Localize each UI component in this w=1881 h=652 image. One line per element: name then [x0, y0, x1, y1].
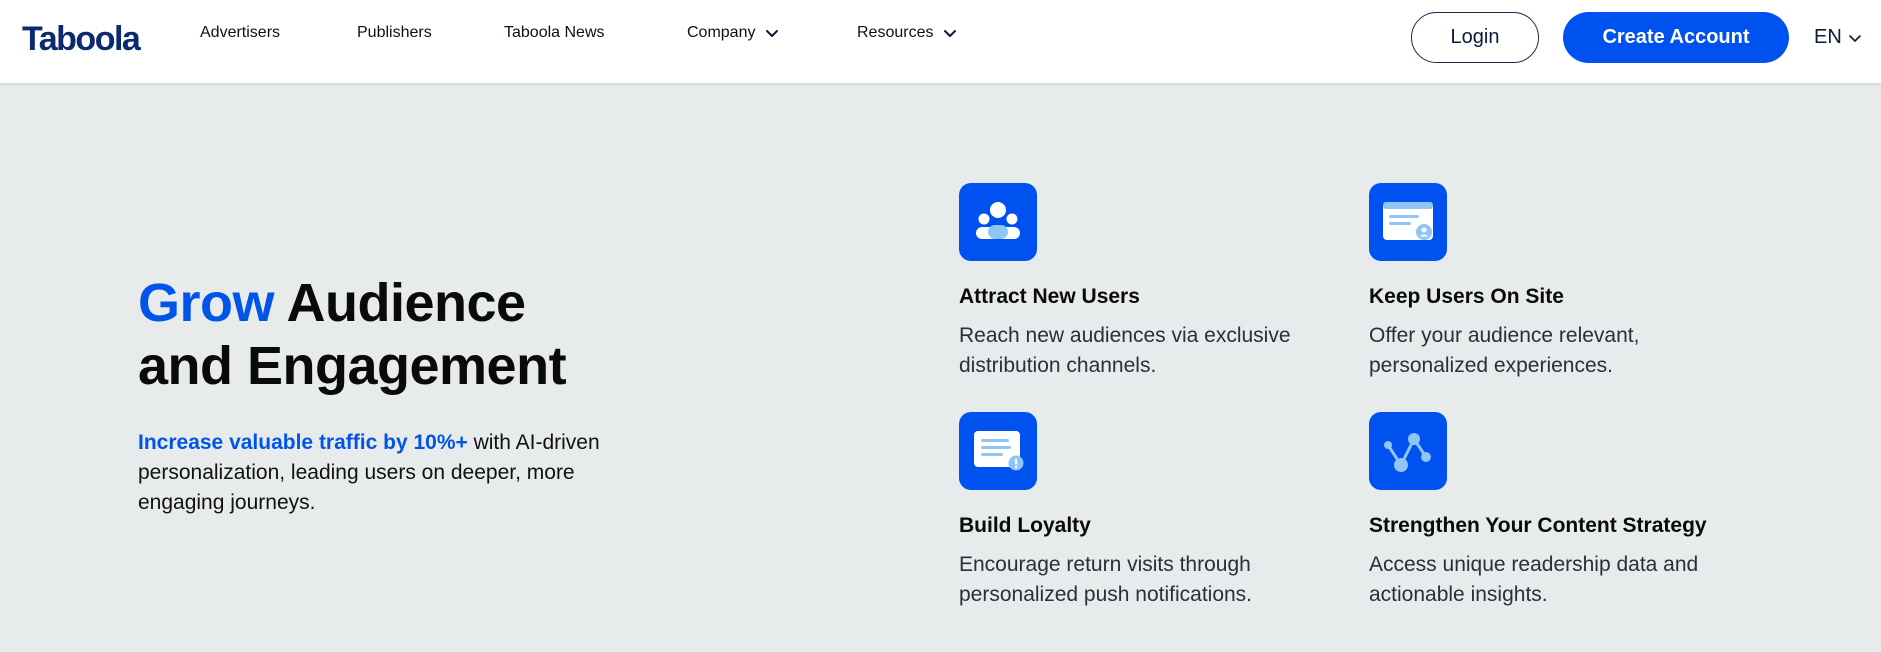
- language-selector[interactable]: EN: [1814, 26, 1862, 49]
- hero-title: Grow Audience and Engagement: [138, 272, 567, 398]
- chevron-down-icon: [1848, 34, 1861, 42]
- feature-title: Build Loyalty: [959, 514, 1091, 537]
- data-graph-icon: [1369, 412, 1447, 490]
- language-label: EN: [1814, 26, 1842, 48]
- nav-advertisers[interactable]: Advertisers: [200, 24, 280, 42]
- feature-title: Attract New Users: [959, 285, 1140, 308]
- feature-title: Strengthen Your Content Strategy: [1369, 514, 1707, 537]
- feature-content-strategy: Strengthen Your Content Strategy Access …: [1369, 412, 1789, 610]
- feature-description: Access unique readership data and action…: [1369, 553, 1699, 606]
- hero-title-rest: Audience: [274, 273, 527, 333]
- create-account-button[interactable]: Create Account: [1563, 12, 1789, 63]
- site-header: Taboola Advertisers Publishers Taboola N…: [0, 0, 1881, 83]
- nav-company-label: Company: [687, 24, 756, 41]
- feature-attract-new-users: Attract New Users Reach new audiences vi…: [959, 183, 1339, 381]
- chevron-down-icon: [766, 30, 779, 37]
- browser-window-icon: [1369, 183, 1447, 261]
- feature-title: Keep Users On Site: [1369, 285, 1564, 308]
- nav-company[interactable]: Company: [687, 24, 779, 42]
- notification-card-icon: [959, 412, 1037, 490]
- feature-keep-users-on-site: Keep Users On Site Offer your audience r…: [1369, 183, 1749, 381]
- users-group-icon: [959, 183, 1037, 261]
- hero-description: Increase valuable traffic by 10%+ with A…: [138, 428, 658, 518]
- logo-text: Taboola: [22, 20, 141, 58]
- nav-advertisers-label: Advertisers: [200, 24, 281, 41]
- feature-description: Offer your audience relevant, personaliz…: [1369, 324, 1640, 377]
- feature-description: Reach new audiences via exclusive distri…: [959, 324, 1291, 377]
- login-button[interactable]: Login: [1411, 12, 1539, 63]
- feature-description: Encourage return visits through personal…: [959, 553, 1253, 606]
- nav-resources-label: Resources: [857, 24, 934, 41]
- hero-desc-highlight: Increase valuable traffic by 10%+: [138, 431, 468, 454]
- nav-taboola-news[interactable]: Taboola News: [504, 24, 605, 42]
- hero-title-accent: Grow: [138, 273, 275, 333]
- feature-build-loyalty: Build Loyalty Encourage return visits th…: [959, 412, 1339, 610]
- hero-title-line2: and Engagement: [138, 336, 567, 396]
- chevron-down-icon: [944, 30, 957, 37]
- nav-taboola-news-label: Taboola News: [504, 24, 605, 41]
- taboola-logo[interactable]: Taboola: [22, 20, 141, 59]
- nav-resources[interactable]: Resources: [857, 24, 957, 42]
- nav-publishers-label: Publishers: [357, 24, 432, 41]
- nav-publishers[interactable]: Publishers: [357, 24, 432, 42]
